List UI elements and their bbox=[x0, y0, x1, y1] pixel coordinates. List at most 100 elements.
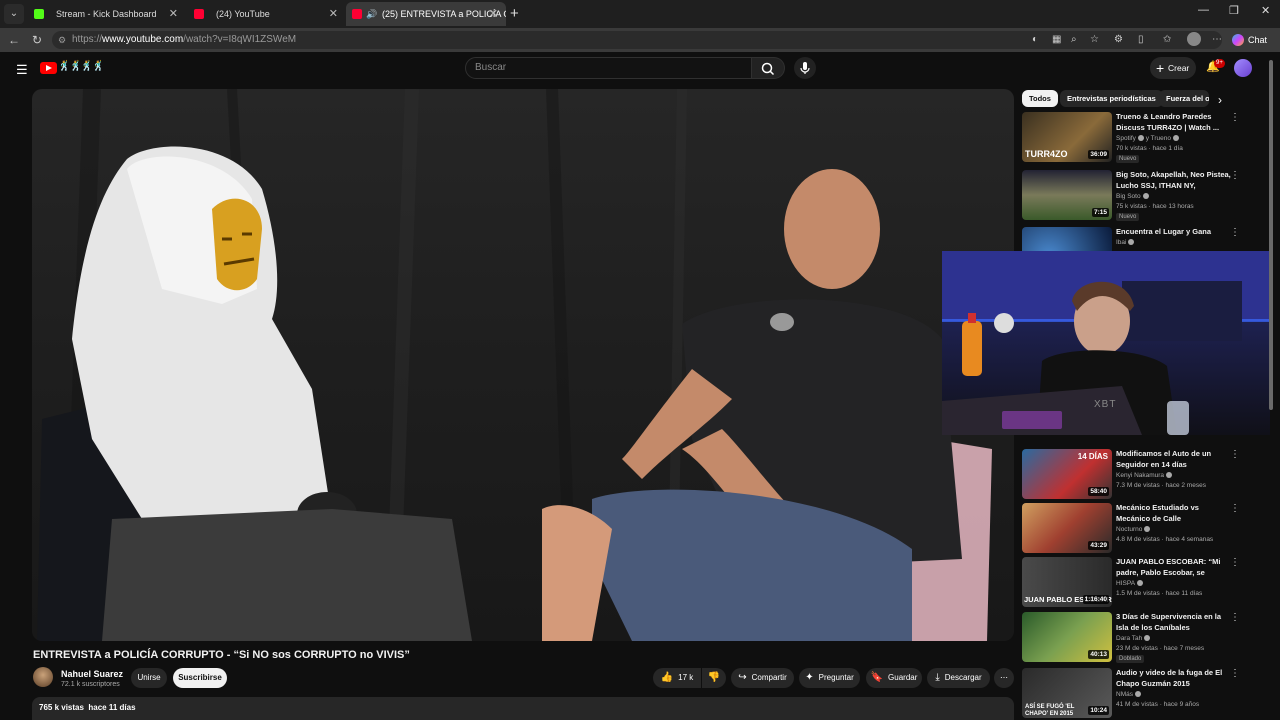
more-options-icon[interactable]: ⋯ bbox=[1212, 34, 1222, 45]
new-badge: Nuevo bbox=[1116, 213, 1140, 221]
close-tab-icon[interactable]: ✕ bbox=[169, 2, 178, 26]
video-frame bbox=[37, 89, 992, 641]
translate-icon[interactable]: ◐ bbox=[1032, 34, 1038, 45]
more-vertical-icon[interactable]: ⋮ bbox=[1230, 503, 1240, 514]
video-thumbnail[interactable]: TURR4ZO 36:09 bbox=[1022, 112, 1112, 162]
video-thumbnail[interactable]: 14 DÍAS 58:40 bbox=[1022, 449, 1112, 499]
dislike-button[interactable]: 👎 bbox=[702, 668, 726, 688]
more-vertical-icon[interactable]: ⋮ bbox=[1230, 449, 1240, 460]
menu-icon[interactable]: ☰ bbox=[16, 62, 28, 78]
recommendation-title: Big Soto, Akapellah, Neo Pistea, Lucho S… bbox=[1116, 170, 1231, 192]
subscriber-count: 72.1 k suscriptores bbox=[61, 681, 120, 688]
recommendation-channel: Kenyi Nakamura bbox=[1116, 472, 1173, 479]
create-button[interactable]: Crear bbox=[1150, 57, 1196, 79]
speaker-icon[interactable]: 🔊 bbox=[366, 2, 377, 26]
browser-tab-video[interactable]: 🔊 (25) ENTREVISTA a POLICÍA C ✕ bbox=[346, 2, 506, 26]
video-duration: 40:13 bbox=[1088, 650, 1109, 659]
favorite-star-icon[interactable]: ☆ bbox=[1090, 34, 1099, 45]
save-button[interactable]: 🔖 Guardar bbox=[866, 668, 922, 688]
like-button[interactable]: 👍 17 k bbox=[653, 668, 701, 688]
video-thumbnail[interactable]: 43:29 bbox=[1022, 503, 1112, 553]
video-thumbnail[interactable]: ASÍ SE FUGÓ 'EL CHAPO' EN 2015 10:24 bbox=[1022, 668, 1112, 718]
download-button[interactable]: ⤓ Descargar bbox=[927, 668, 990, 688]
more-vertical-icon[interactable]: ⋮ bbox=[1230, 112, 1240, 123]
share-button[interactable]: ↪ Compartir bbox=[731, 668, 794, 688]
recommendation-channel: Big Soto bbox=[1116, 193, 1149, 200]
download-label: Descargar bbox=[944, 673, 982, 682]
youtube-logo[interactable] bbox=[40, 62, 57, 74]
minimize-icon[interactable]: — bbox=[1198, 4, 1209, 16]
video-duration: 36:09 bbox=[1088, 150, 1109, 159]
search-input[interactable]: Buscar bbox=[465, 57, 752, 79]
subscribe-button[interactable]: Suscribirse bbox=[173, 668, 227, 688]
extensions-icon[interactable]: ⚙ bbox=[1114, 34, 1123, 45]
chevron-right-icon[interactable]: › bbox=[1218, 93, 1222, 107]
channel-avatar[interactable] bbox=[33, 667, 53, 687]
recommendation-item[interactable]: 43:29 Mecánico Estudiado vs Mecánico de … bbox=[1022, 503, 1272, 555]
video-player[interactable] bbox=[32, 89, 1014, 641]
video-thumbnail[interactable]: 40:13 bbox=[1022, 612, 1112, 662]
recommendation-title: 3 Días de Supervivencia en la Isla de lo… bbox=[1116, 612, 1222, 632]
restore-icon[interactable]: ❐ bbox=[1229, 4, 1239, 17]
more-vertical-icon[interactable]: ⋮ bbox=[1230, 170, 1240, 181]
recommendation-meta: 23 M de vistas · hace 7 meses bbox=[1116, 645, 1205, 652]
more-vertical-icon[interactable]: ⋮ bbox=[1230, 227, 1240, 238]
description-box[interactable]: 765 k vistas hace 11 días bbox=[32, 697, 1014, 720]
browser-tab-kick[interactable]: Stream - Kick Dashboard ✕ bbox=[26, 2, 186, 26]
recommendation-title: JUAN PABLO ESCOBAR: “Mi padre, Pablo Esc… bbox=[1116, 557, 1221, 579]
doodle-figures-icon: 🕺🕺🕺🕺 bbox=[58, 61, 105, 72]
shirt-text: XBT bbox=[1094, 399, 1117, 410]
recommendation-item[interactable]: Encuentra el Lugar y Gana Ibai ⋮ bbox=[1022, 227, 1272, 251]
recommendation-item[interactable]: TURR4ZO 36:09 Trueno & Leandro Paredes D… bbox=[1022, 112, 1272, 164]
refresh-icon[interactable]: ↻ bbox=[32, 33, 42, 47]
like-count: 17 k bbox=[678, 673, 694, 682]
chip-todos[interactable]: Todos bbox=[1022, 90, 1058, 107]
channel-name[interactable]: Nahuel Suarez bbox=[61, 669, 123, 679]
chip-entrevistas[interactable]: Entrevistas periodísticas bbox=[1060, 90, 1163, 107]
recommendation-item[interactable]: ASÍ SE FUGÓ 'EL CHAPO' EN 2015 10:24 Aud… bbox=[1022, 668, 1272, 718]
back-icon[interactable]: ← bbox=[8, 33, 20, 47]
close-window-icon[interactable]: ✕ bbox=[1261, 4, 1270, 17]
ask-button[interactable]: ✦ Preguntar bbox=[799, 668, 860, 688]
more-vertical-icon[interactable]: ⋮ bbox=[1230, 557, 1240, 568]
url-bar[interactable]: ⚙ https://www.youtube.com/watch?v=I8qWI1… bbox=[52, 31, 1222, 49]
share-icon: ↪ bbox=[738, 672, 747, 683]
video-thumbnail[interactable] bbox=[1022, 227, 1112, 251]
microphone-icon bbox=[800, 62, 810, 74]
tab-title: Stream - Kick Dashboard bbox=[56, 9, 157, 19]
recommendation-item[interactable]: JUAN PABLO ESCOBAR 1:16:40 JUAN PABLO ES… bbox=[1022, 557, 1272, 609]
notifications-badge: 9+ bbox=[1214, 59, 1225, 68]
more-vertical-icon[interactable]: ⋮ bbox=[1230, 612, 1240, 623]
browser-tab-youtube[interactable]: (24) YouTube ✕ bbox=[186, 2, 346, 26]
recommendation-item[interactable]: 7:15 Big Soto, Akapellah, Neo Pistea, Lu… bbox=[1022, 170, 1272, 222]
tab-list-menu-icon[interactable]: ⌄ bbox=[4, 4, 24, 24]
more-vertical-icon[interactable]: ⋮ bbox=[1230, 668, 1240, 679]
recommendation-item[interactable]: 40:13 3 Días de Supervivencia en la Isla… bbox=[1022, 612, 1272, 664]
recommendation-title: Mecánico Estudiado vs Mecánico de Calle bbox=[1116, 503, 1199, 523]
video-thumbnail[interactable]: 7:15 bbox=[1022, 170, 1112, 220]
profile-icon[interactable] bbox=[1187, 32, 1201, 46]
new-tab-icon[interactable]: + bbox=[510, 4, 519, 24]
recommendation-item[interactable]: 14 DÍAS 58:40 Modificamos el Auto de un … bbox=[1022, 449, 1272, 501]
zoom-icon[interactable]: ⌕ bbox=[1071, 34, 1077, 45]
video-thumbnail[interactable]: JUAN PABLO ESCOBAR 1:16:40 bbox=[1022, 557, 1112, 607]
recommendation-channel: Spotify y Trueno bbox=[1116, 135, 1179, 142]
youtube-icon bbox=[352, 9, 362, 19]
verified-icon bbox=[1128, 239, 1135, 246]
scrollbar-thumb[interactable] bbox=[1269, 60, 1273, 410]
voice-search-button[interactable] bbox=[794, 57, 816, 79]
favorites-icon[interactable]: ✩ bbox=[1163, 34, 1171, 45]
copilot-chat-button[interactable]: Chat bbox=[1232, 31, 1267, 49]
site-info-icon[interactable]: ⚙ bbox=[58, 31, 66, 49]
join-button[interactable]: Unirse bbox=[131, 668, 167, 688]
close-tab-icon[interactable]: ✕ bbox=[329, 2, 338, 26]
search-button[interactable] bbox=[752, 57, 785, 79]
app-available-icon[interactable]: ▦ bbox=[1052, 34, 1061, 45]
split-screen-icon[interactable]: ▯ bbox=[1138, 34, 1144, 45]
page-scrollbar[interactable] bbox=[1268, 60, 1274, 710]
close-tab-icon[interactable]: ✕ bbox=[489, 2, 498, 26]
recommendation-meta: 41 M de vistas · hace 9 años bbox=[1116, 701, 1200, 708]
account-avatar[interactable] bbox=[1234, 59, 1252, 77]
more-actions-button[interactable]: ⋯ bbox=[994, 668, 1014, 688]
chip-fuerza[interactable]: Fuerza del o bbox=[1159, 90, 1209, 107]
